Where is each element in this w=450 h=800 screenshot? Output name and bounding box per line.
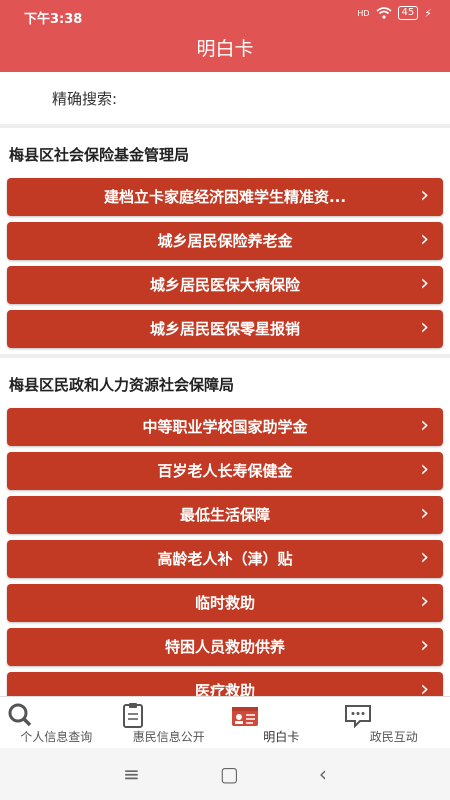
list-item[interactable]: 建档立卡家庭经济困难学生精准资... ›: [7, 178, 443, 216]
list-item[interactable]: 百岁老人长寿保健金 ›: [7, 452, 443, 490]
back-icon[interactable]: ‹: [319, 762, 327, 786]
card-list[interactable]: 梅县区社会保险基金管理局 建档立卡家庭经济困难学生精准资... › 城乡居民保险养…: [0, 124, 450, 696]
list-item[interactable]: 高龄老人补（津）贴 ›: [7, 540, 443, 578]
list-item[interactable]: 最低生活保障 ›: [7, 496, 443, 534]
list-item[interactable]: 临时救助 ›: [7, 584, 443, 622]
bottom-tab-bar: 个人信息查询 惠民信息公开 明白卡 政民互动: [0, 696, 450, 749]
list-item[interactable]: 城乡居民医保零星报销 ›: [7, 310, 443, 348]
battery-icon: 45: [397, 6, 419, 20]
chat-icon: [344, 705, 371, 728]
menu-icon[interactable]: ≡: [123, 762, 140, 786]
list-item[interactable]: 中等职业学校国家助学金 ›: [7, 408, 443, 446]
tab-mingbai-card[interactable]: 明白卡: [225, 697, 338, 749]
chevron-right-icon: ›: [420, 271, 429, 296]
chevron-right-icon: ›: [420, 227, 429, 252]
tab-personal-query[interactable]: 个人信息查询: [0, 697, 113, 749]
section-title: 梅县区民政和人力资源社会保障局: [0, 354, 450, 408]
clipboard-icon: [122, 703, 143, 728]
page-title: 明白卡: [0, 30, 450, 72]
chevron-right-icon: ›: [420, 413, 429, 438]
search-icon: [8, 703, 32, 727]
tab-public-info[interactable]: 惠民信息公开: [113, 697, 226, 749]
chevron-right-icon: ›: [420, 315, 429, 340]
list-item[interactable]: 医疗救助 ›: [7, 672, 443, 696]
list-item[interactable]: 特困人员救助供养 ›: [7, 628, 443, 666]
section-title: 梅县区社会保险基金管理局: [0, 124, 450, 178]
list-item[interactable]: 城乡居民保险养老金 ›: [7, 222, 443, 260]
status-bar: 下午3:38 HD 45 ⚡: [0, 0, 450, 30]
system-nav-bar: ≡ ▢ ‹: [0, 748, 450, 800]
tab-label: 惠民信息公开: [132, 730, 205, 744]
charging-icon: ⚡: [424, 6, 432, 20]
wifi-icon: [376, 7, 392, 19]
chevron-right-icon: ›: [420, 183, 429, 208]
search-row: 精确搜索: 全部 ▼: [0, 72, 450, 184]
chevron-right-icon: ›: [420, 457, 429, 482]
id-card-icon: [232, 707, 258, 726]
home-icon[interactable]: ▢: [220, 762, 239, 786]
chevron-right-icon: ›: [420, 545, 429, 570]
signal-icon: HD: [357, 8, 370, 18]
search-label: 精确搜索:: [52, 90, 118, 108]
tab-label: 明白卡: [263, 730, 300, 744]
chevron-right-icon: ›: [420, 589, 429, 614]
status-time: 下午3:38: [24, 12, 83, 27]
chevron-right-icon: ›: [420, 677, 429, 696]
status-icons: HD 45 ⚡: [357, 6, 432, 20]
tab-interaction[interactable]: 政民互动: [338, 697, 450, 749]
tab-label: 政民互动: [369, 730, 418, 744]
chevron-right-icon: ›: [420, 633, 429, 658]
tab-label: 个人信息查询: [20, 730, 93, 744]
chevron-right-icon: ›: [420, 501, 429, 526]
list-item[interactable]: 城乡居民医保大病保险 ›: [7, 266, 443, 304]
